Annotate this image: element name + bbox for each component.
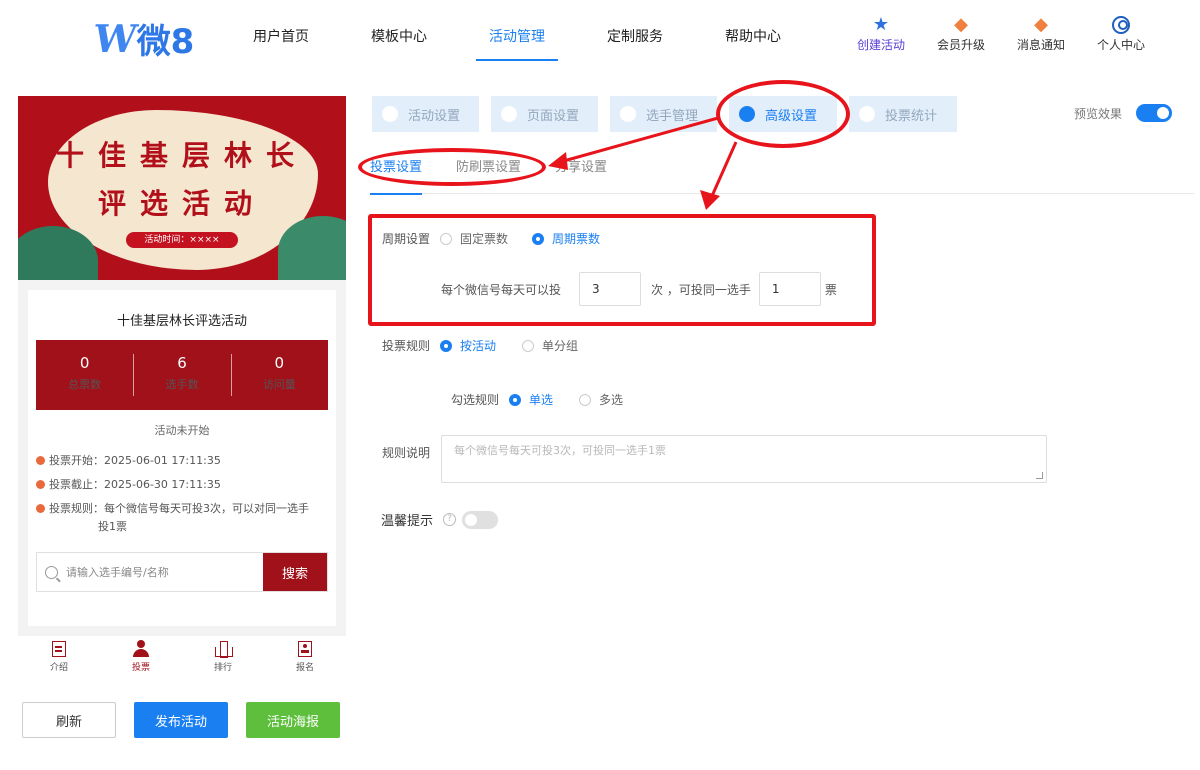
page: W 微8 用户首页 模板中心 活动管理 定制服务 帮助中心 ★ 创建活动 ◆ 会… <box>0 0 1200 770</box>
annotation-arrow-down <box>710 141 738 197</box>
annotation-arrows <box>548 116 738 210</box>
annotation-arrowhead-down <box>700 190 720 210</box>
annotation-arrow-left <box>559 116 719 164</box>
annotation-arrowhead-left <box>548 152 568 170</box>
